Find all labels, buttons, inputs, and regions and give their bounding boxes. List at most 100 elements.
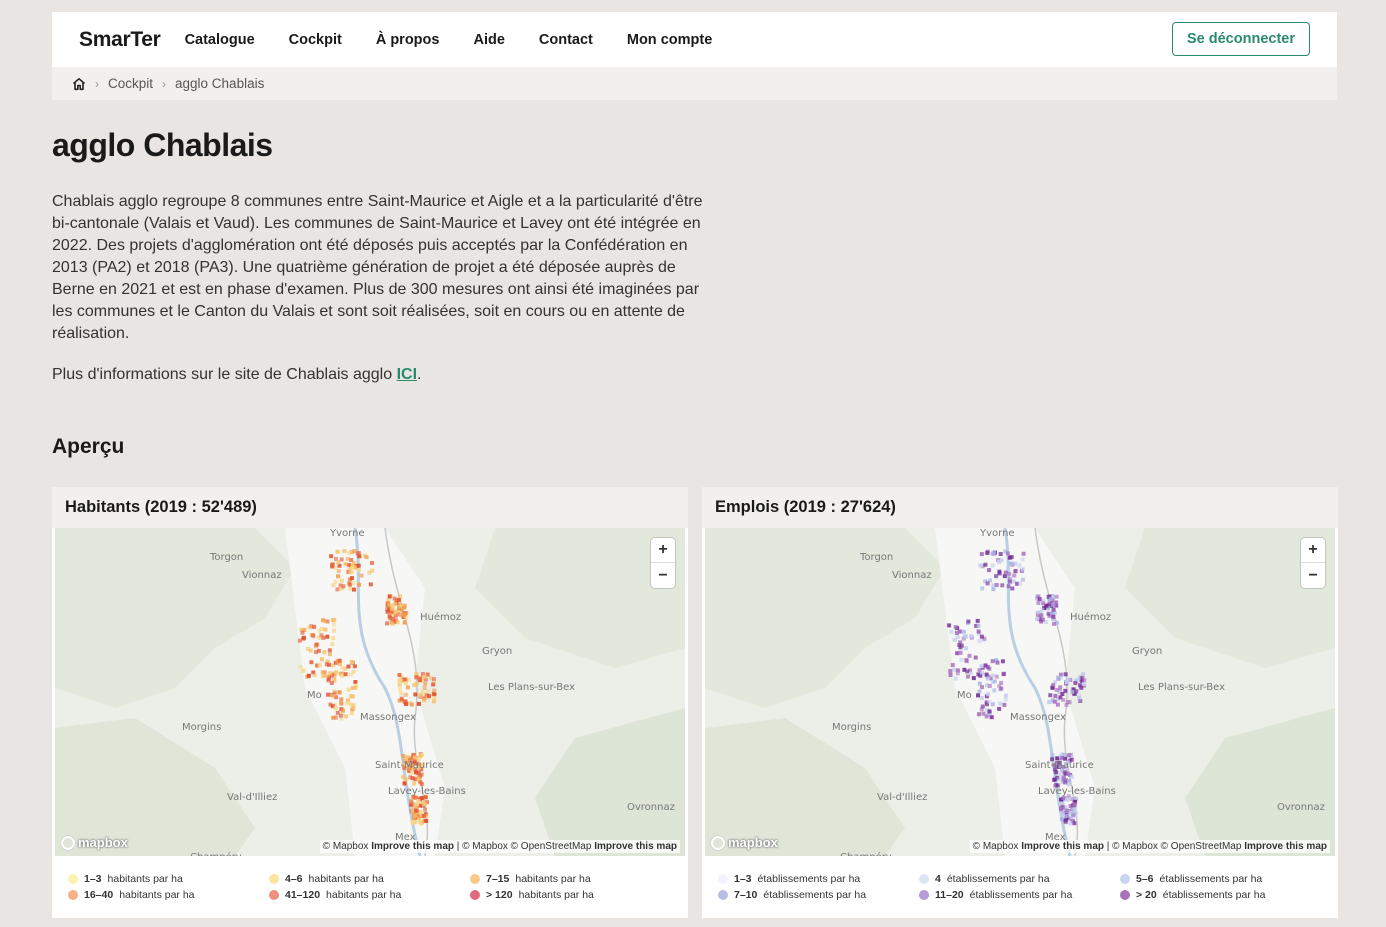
density-cell [305, 647, 310, 651]
density-cell [964, 659, 969, 664]
place-label: Torgon [859, 552, 893, 563]
legend-range: 16–40 [84, 889, 114, 901]
density-cell [953, 676, 958, 681]
brand-logo[interactable]: SmarTer [79, 28, 161, 52]
density-cell [1003, 570, 1008, 575]
legend-swatch-1 [919, 874, 929, 884]
density-cell [1054, 594, 1059, 599]
density-cell [357, 568, 362, 572]
improve-map-link[interactable]: Improve this map [1021, 841, 1104, 852]
improve-map-link[interactable]: Improve this map [371, 841, 454, 852]
density-cell [431, 682, 436, 687]
density-cell [998, 701, 1003, 706]
legend-range: 4 [935, 873, 941, 885]
zoom-in-button[interactable]: + [1301, 538, 1325, 563]
density-cell [387, 594, 392, 599]
place-label: Yvorne [329, 528, 365, 539]
density-cell [959, 657, 964, 662]
density-cell [397, 673, 402, 677]
density-cell [965, 674, 970, 679]
density-cell [328, 702, 333, 707]
density-cell [413, 808, 418, 813]
improve-map-link[interactable]: Improve this map [594, 841, 677, 852]
density-cell [1003, 693, 1008, 698]
density-cell [421, 813, 426, 818]
density-cell [955, 635, 960, 640]
density-cell [323, 627, 328, 632]
zoom-out-button[interactable]: − [1301, 563, 1325, 588]
mapbox-logo[interactable]: mapbox [711, 835, 778, 850]
density-cell [335, 549, 340, 554]
attribution-osm-link[interactable]: | © Mapbox © OpenStreetMap [1107, 841, 1242, 852]
density-cell [997, 569, 1002, 574]
habitants-map-canvas[interactable]: Yvorne Torgon Vionnaz Huémoz Gryon Les Plans-… [55, 528, 685, 856]
place-label: Massongex [1010, 712, 1066, 723]
place-label: Lavey-les-Bains [1038, 786, 1116, 797]
density-cell [1036, 600, 1041, 605]
density-cell [298, 665, 303, 670]
nav-mon-compte[interactable]: Mon compte [627, 32, 712, 48]
density-cell [1005, 551, 1010, 556]
attribution-mapbox-link[interactable]: © Mapbox [973, 841, 1019, 852]
attribution-mapbox-link[interactable]: © Mapbox [323, 841, 369, 852]
breadcrumb-cockpit[interactable]: Cockpit [108, 76, 153, 91]
density-cell [1073, 681, 1078, 685]
density-cell [1018, 581, 1023, 586]
density-cell [1081, 682, 1086, 687]
density-cell [980, 685, 984, 690]
habitants-map[interactable]: Yvorne Torgon Vionnaz Huémoz Gryon Les Plans-… [55, 528, 685, 856]
home-icon[interactable] [72, 77, 86, 91]
mapbox-logo-icon [61, 835, 75, 850]
density-cell [352, 664, 357, 669]
logout-button[interactable]: Se déconnecter [1172, 22, 1310, 56]
attribution-osm-link[interactable]: | © Mapbox © OpenStreetMap [457, 841, 592, 852]
density-cell [319, 633, 324, 638]
habitants-zoom-control: + − [651, 538, 675, 588]
legend-swatch-4 [269, 890, 279, 900]
improve-map-link[interactable]: Improve this map [1244, 841, 1327, 852]
density-cell [321, 618, 326, 623]
density-cell [417, 676, 422, 681]
nav-cockpit[interactable]: Cockpit [289, 32, 342, 48]
nav-catalogue[interactable]: Catalogue [185, 32, 255, 48]
density-cell [1002, 702, 1007, 707]
density-cell [980, 704, 985, 709]
place-label: Ovronnaz [1277, 802, 1325, 813]
density-cell [414, 675, 419, 680]
density-cell [957, 643, 962, 647]
place-label: Gryon [1132, 646, 1162, 657]
density-cell [332, 628, 337, 633]
nav-a-propos[interactable]: À propos [376, 32, 440, 48]
nav-contact[interactable]: Contact [539, 32, 593, 48]
density-cell [346, 687, 351, 692]
density-cell [399, 691, 404, 696]
density-cell [1063, 818, 1068, 823]
zoom-in-button[interactable]: + [651, 538, 675, 563]
density-cell [409, 702, 414, 707]
emplois-map-canvas[interactable]: Yvorne Torgon Vionnaz Huémoz Gryon Les Plans-… [705, 528, 1335, 856]
density-cell [333, 706, 338, 711]
density-cell [326, 692, 331, 697]
density-cell [1052, 777, 1057, 782]
density-cell [312, 673, 317, 678]
density-cell [986, 676, 991, 681]
nav-aide[interactable]: Aide [473, 32, 504, 48]
emplois-map[interactable]: Yvorne Torgon Vionnaz Huémoz Gryon Les Plans-… [705, 528, 1335, 856]
mapbox-logo[interactable]: mapbox [61, 835, 128, 850]
density-cell [1058, 685, 1063, 690]
density-cell [1066, 753, 1071, 758]
density-cell [1071, 811, 1076, 816]
density-cell [948, 673, 953, 677]
density-cell [977, 689, 982, 694]
density-cell [351, 669, 356, 674]
density-cell [423, 681, 428, 686]
legend-swatch-5 [470, 890, 480, 900]
density-cell [967, 653, 972, 658]
density-cell [977, 639, 982, 643]
density-cell [336, 574, 341, 579]
density-cell [309, 660, 314, 665]
density-cell [427, 694, 431, 698]
legend-label: habitants par ha [515, 873, 591, 885]
more-info-link[interactable]: ICI [397, 366, 417, 383]
zoom-out-button[interactable]: − [651, 563, 675, 588]
